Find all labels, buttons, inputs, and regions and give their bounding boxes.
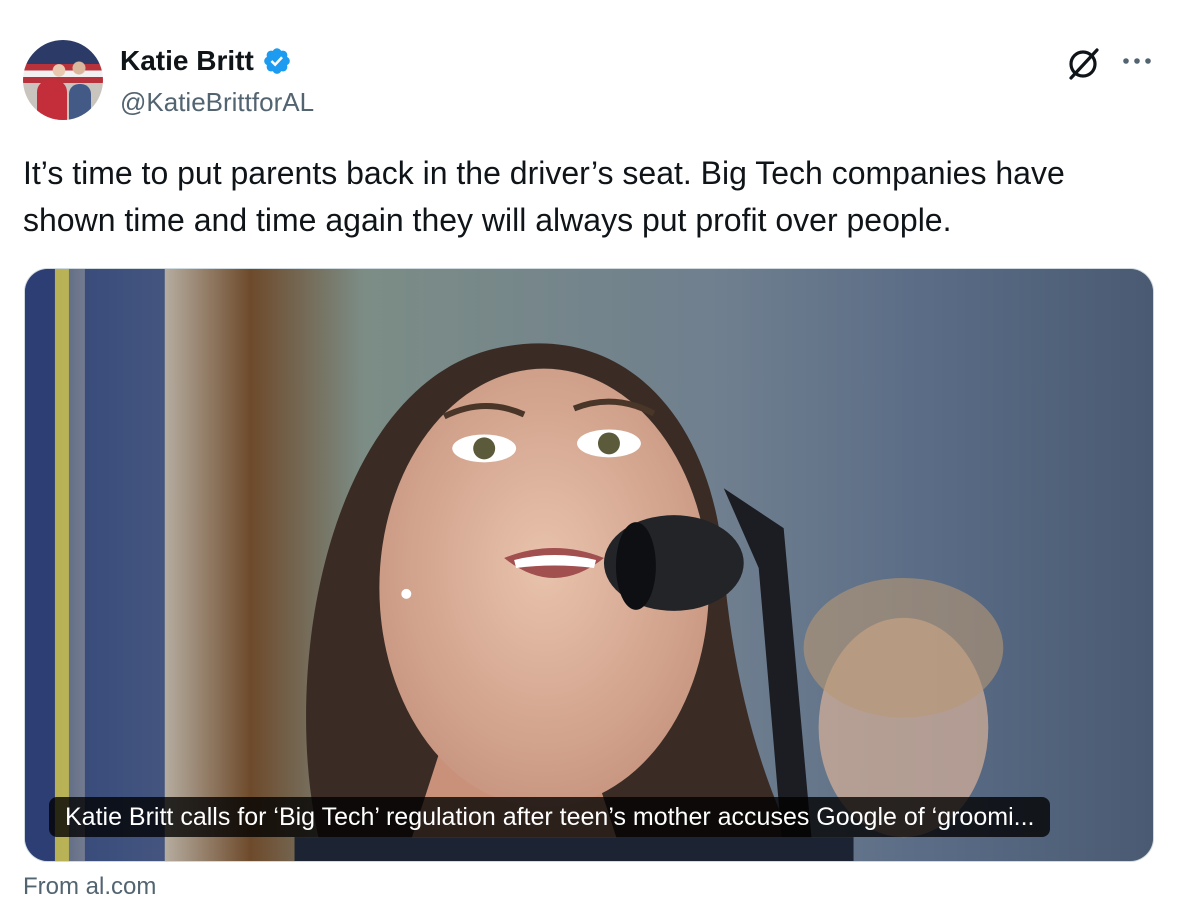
grok-icon[interactable] <box>1064 44 1102 82</box>
link-card-source[interactable]: From al.com <box>23 872 156 902</box>
link-card-headline[interactable]: Katie Britt calls for ‘Big Tech’ regulat… <box>49 797 1051 837</box>
link-card-media[interactable]: Katie Britt calls for ‘Big Tech’ regulat… <box>24 268 1154 862</box>
author-name-row[interactable]: Katie Britt <box>120 44 292 78</box>
article-photo <box>25 269 1153 861</box>
more-options-icon[interactable] <box>1118 46 1156 76</box>
avatar[interactable] <box>23 40 103 120</box>
author-name[interactable]: Katie Britt <box>120 44 254 78</box>
verified-badge-icon <box>263 48 290 74</box>
tweet-text: It’s time to put parents back in the dri… <box>23 155 1065 238</box>
author-handle[interactable]: @KatieBrittforAL <box>120 86 314 118</box>
